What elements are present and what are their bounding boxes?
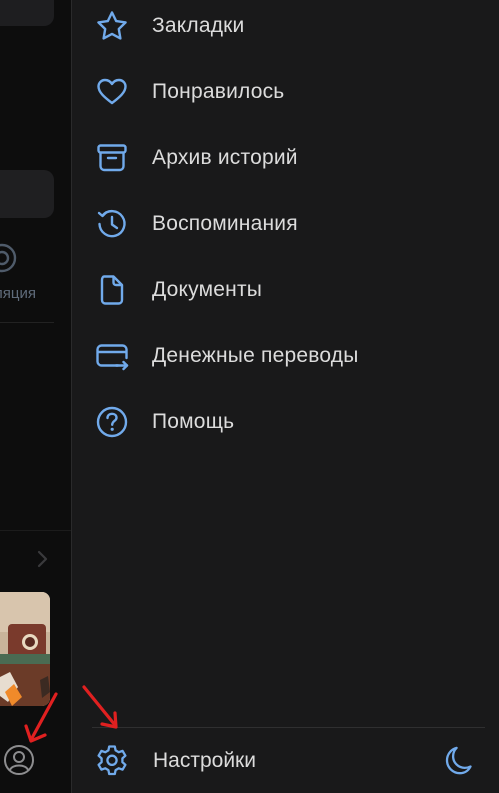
menu-item-money-transfers[interactable]: Денежные переводы (72, 328, 499, 384)
background-tab-label: ляция (0, 285, 36, 302)
heart-icon (94, 74, 130, 110)
background-divider (0, 530, 71, 531)
menu-item-label: Документы (152, 278, 263, 301)
menu-item-documents[interactable]: Документы (72, 262, 499, 318)
annotation-arrow-icon (82, 685, 118, 729)
question-circle-icon (94, 404, 130, 440)
menu-item-label: Архив историй (152, 146, 298, 169)
settings-label: Настройки (153, 749, 256, 772)
menu-item-stories-archive[interactable]: Архив историй (72, 130, 499, 186)
menu-item-label: Воспоминания (152, 212, 298, 235)
settings-button[interactable]: Настройки (72, 733, 499, 789)
history-clock-icon (94, 206, 130, 242)
menu-item-label: Понравилось (152, 80, 285, 103)
moon-icon[interactable] (443, 743, 479, 779)
gear-icon (94, 743, 130, 779)
archive-box-icon (94, 140, 130, 176)
background-app: ляция (0, 0, 71, 793)
menu-item-label: Помощь (152, 410, 235, 433)
star-icon (94, 8, 130, 44)
background-tab-icon (0, 242, 18, 274)
menu-item-help[interactable]: Помощь (72, 394, 499, 450)
background-divider (0, 322, 54, 323)
document-icon (94, 272, 130, 308)
footer-divider (92, 727, 485, 728)
menu-item-memories[interactable]: Воспоминания (72, 196, 499, 252)
menu-item-bookmarks[interactable]: Закладки (72, 0, 499, 54)
menu-item-label: Денежные переводы (152, 344, 359, 367)
background-search-field (0, 170, 54, 218)
background-thumbnail-image (0, 592, 50, 706)
menu-item-label: Закладки (152, 14, 245, 37)
background-card (0, 0, 54, 26)
annotation-arrow-icon (24, 692, 58, 743)
card-transfer-icon (94, 338, 130, 374)
menu-item-liked[interactable]: Понравилось (72, 64, 499, 120)
chevron-right-icon (33, 548, 53, 570)
